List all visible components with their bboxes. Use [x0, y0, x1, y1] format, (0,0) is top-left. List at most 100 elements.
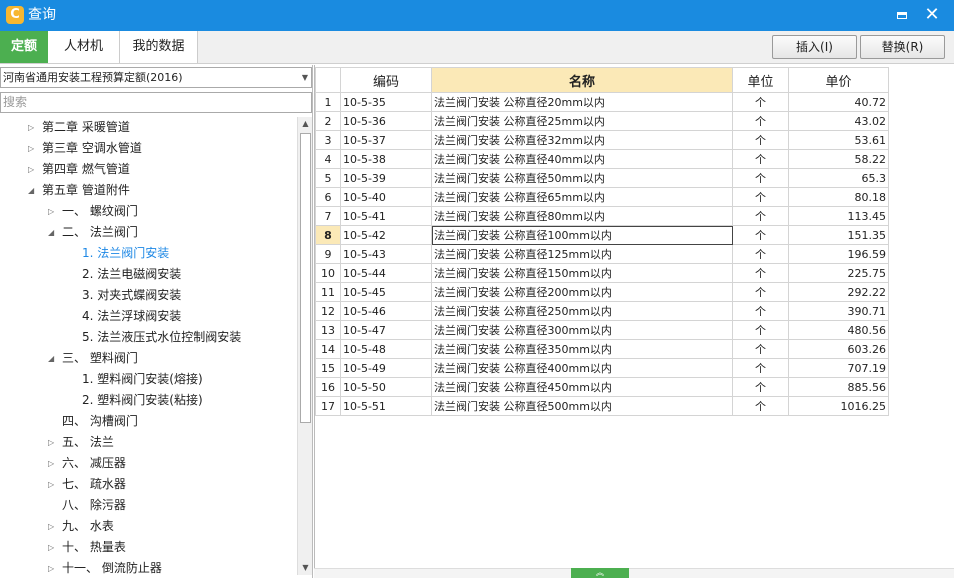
insert-button[interactable]: 插入(I)	[772, 35, 857, 59]
cell-price[interactable]: 151.35	[788, 225, 889, 245]
row-index[interactable]: 1	[315, 92, 341, 112]
tab-my-data[interactable]: 我的数据	[120, 31, 198, 63]
table-row[interactable]: 11 10-5-45 法兰阀门安装 公称直径200mm以内个 292.22	[315, 282, 889, 302]
cell-price[interactable]: 43.02	[788, 111, 889, 131]
table-row[interactable]: 9 10-5-43 法兰阀门安装 公称直径125mm以内个 196.59	[315, 244, 889, 264]
cell-price[interactable]: 390.71	[788, 301, 889, 321]
cell-code[interactable]: 10-5-37	[340, 130, 432, 150]
header-price[interactable]: 单价	[788, 67, 889, 93]
cell-code[interactable]: 10-5-39	[340, 168, 432, 188]
tree-node[interactable]: ◢ 三、 塑料阀门	[0, 348, 296, 369]
tree-node[interactable]: 1. 塑料阀门安装(熔接)	[0, 369, 296, 390]
tree-node[interactable]: 八、 除污器	[0, 495, 296, 516]
table-row[interactable]: 15 10-5-49 法兰阀门安装 公称直径400mm以内个 707.19	[315, 358, 889, 378]
table-row[interactable]: 3 10-5-37 法兰阀门安装 公称直径32mm以内个 53.61	[315, 130, 889, 150]
tree-node[interactable]: 2. 塑料阀门安装(粘接)	[0, 390, 296, 411]
tree-node[interactable]: ▷ 第四章 燃气管道	[0, 159, 296, 180]
cell-price[interactable]: 65.3	[788, 168, 889, 188]
table-row[interactable]: 12 10-5-46 法兰阀门安装 公称直径250mm以内个 390.71	[315, 301, 889, 321]
table-row[interactable]: 13 10-5-47 法兰阀门安装 公称直径300mm以内个 480.56	[315, 320, 889, 340]
cell-price[interactable]: 58.22	[788, 149, 889, 169]
cell-name[interactable]: 法兰阀门安装 公称直径150mm以内	[431, 263, 733, 283]
cell-code[interactable]: 10-5-41	[340, 206, 432, 226]
row-index[interactable]: 7	[315, 206, 341, 226]
tree-scrollbar[interactable]: ▲ ▼	[297, 117, 312, 575]
table-row[interactable]: 5 10-5-39 法兰阀门安装 公称直径50mm以内个 65.3	[315, 168, 889, 188]
tree-node[interactable]: ▷ 第二章 采暖管道	[0, 117, 296, 138]
collapsed-icon[interactable]: ▷	[28, 117, 34, 138]
tree-node[interactable]: ◢ 第五章 管道附件	[0, 180, 296, 201]
cell-name[interactable]: 法兰阀门安装 公称直径20mm以内	[431, 92, 733, 112]
tree-node[interactable]: 1. 法兰阀门安装	[0, 243, 296, 264]
collapsed-icon[interactable]: ▷	[48, 453, 54, 474]
cell-unit[interactable]: 个	[732, 187, 789, 207]
table-row[interactable]: 8 10-5-42 法兰阀门安装 公称直径100mm以内个 151.35	[315, 225, 889, 245]
quota-library-select[interactable]: 河南省通用安装工程预算定额(2016) ▼	[0, 67, 312, 88]
tree-node[interactable]: 3. 对夹式蝶阀安装	[0, 285, 296, 306]
cell-price[interactable]: 707.19	[788, 358, 889, 378]
cell-name[interactable]: 法兰阀门安装 公称直径65mm以内	[431, 187, 733, 207]
table-row[interactable]: 17 10-5-51 法兰阀门安装 公称直径500mm以内个 1016.25	[315, 396, 889, 416]
cell-price[interactable]: 40.72	[788, 92, 889, 112]
cell-price[interactable]: 603.26	[788, 339, 889, 359]
cell-unit[interactable]: 个	[732, 320, 789, 340]
row-index[interactable]: 10	[315, 263, 341, 283]
tree-node[interactable]: ◢ 二、 法兰阀门	[0, 222, 296, 243]
row-index[interactable]: 5	[315, 168, 341, 188]
collapsed-icon[interactable]: ▷	[48, 537, 54, 558]
row-index[interactable]: 6	[315, 187, 341, 207]
cell-name[interactable]: 法兰阀门安装 公称直径32mm以内	[431, 130, 733, 150]
collapsed-icon[interactable]: ▷	[48, 432, 54, 453]
table-row[interactable]: 10 10-5-44 法兰阀门安装 公称直径150mm以内个 225.75	[315, 263, 889, 283]
cell-price[interactable]: 225.75	[788, 263, 889, 283]
cell-price[interactable]: 480.56	[788, 320, 889, 340]
cell-code[interactable]: 10-5-48	[340, 339, 432, 359]
cell-price[interactable]: 196.59	[788, 244, 889, 264]
row-index[interactable]: 11	[315, 282, 341, 302]
cell-name[interactable]: 法兰阀门安装 公称直径400mm以内	[431, 358, 733, 378]
collapsed-icon[interactable]: ▷	[48, 558, 54, 578]
expanded-icon[interactable]: ◢	[48, 348, 54, 369]
tab-dinge[interactable]: 定额	[0, 31, 48, 63]
cell-name[interactable]: 法兰阀门安装 公称直径500mm以内	[431, 396, 733, 416]
cell-price[interactable]: 292.22	[788, 282, 889, 302]
expanded-icon[interactable]: ◢	[48, 222, 54, 243]
cell-code[interactable]: 10-5-44	[340, 263, 432, 283]
cell-unit[interactable]: 个	[732, 92, 789, 112]
table-row[interactable]: 4 10-5-38 法兰阀门安装 公称直径40mm以内个 58.22	[315, 149, 889, 169]
cell-code[interactable]: 10-5-47	[340, 320, 432, 340]
header-code[interactable]: 编码	[340, 67, 432, 93]
tree-node[interactable]: 2. 法兰电磁阀安装	[0, 264, 296, 285]
tree-node[interactable]: 4. 法兰浮球阀安装	[0, 306, 296, 327]
cell-code[interactable]: 10-5-49	[340, 358, 432, 378]
tree-node[interactable]: ▷ 五、 法兰	[0, 432, 296, 453]
scroll-thumb[interactable]	[300, 133, 311, 423]
tree-node[interactable]: ▷ 七、 疏水器	[0, 474, 296, 495]
cell-unit[interactable]: 个	[732, 244, 789, 264]
cell-price[interactable]: 113.45	[788, 206, 889, 226]
cell-unit[interactable]: 个	[732, 358, 789, 378]
cell-unit[interactable]: 个	[732, 339, 789, 359]
scroll-down-icon[interactable]: ▼	[298, 561, 313, 575]
cell-name[interactable]: 法兰阀门安装 公称直径25mm以内	[431, 111, 733, 131]
cell-price[interactable]: 53.61	[788, 130, 889, 150]
cell-unit[interactable]: 个	[732, 149, 789, 169]
row-index[interactable]: 16	[315, 377, 341, 397]
table-row[interactable]: 14 10-5-48 法兰阀门安装 公称直径350mm以内个 603.26	[315, 339, 889, 359]
tree-node[interactable]: ▷ 六、 减压器	[0, 453, 296, 474]
replace-button[interactable]: 替换(R)	[860, 35, 945, 59]
tree-node[interactable]: ▷ 九、 水表	[0, 516, 296, 537]
tree-node[interactable]: ▷ 十、 热量表	[0, 537, 296, 558]
cell-unit[interactable]: 个	[732, 282, 789, 302]
cell-unit[interactable]: 个	[732, 263, 789, 283]
cell-code[interactable]: 10-5-38	[340, 149, 432, 169]
cell-unit[interactable]: 个	[732, 225, 789, 245]
expanded-icon[interactable]: ◢	[28, 180, 34, 201]
table-row[interactable]: 7 10-5-41 法兰阀门安装 公称直径80mm以内个 113.45	[315, 206, 889, 226]
maximize-icon[interactable]	[894, 8, 910, 23]
cell-name[interactable]: 法兰阀门安装 公称直径40mm以内	[431, 149, 733, 169]
search-input[interactable]: 搜索	[0, 92, 312, 113]
cell-code[interactable]: 10-5-43	[340, 244, 432, 264]
collapse-icon[interactable]: ︽	[571, 568, 629, 578]
cell-name[interactable]: 法兰阀门安装 公称直径125mm以内	[431, 244, 733, 264]
